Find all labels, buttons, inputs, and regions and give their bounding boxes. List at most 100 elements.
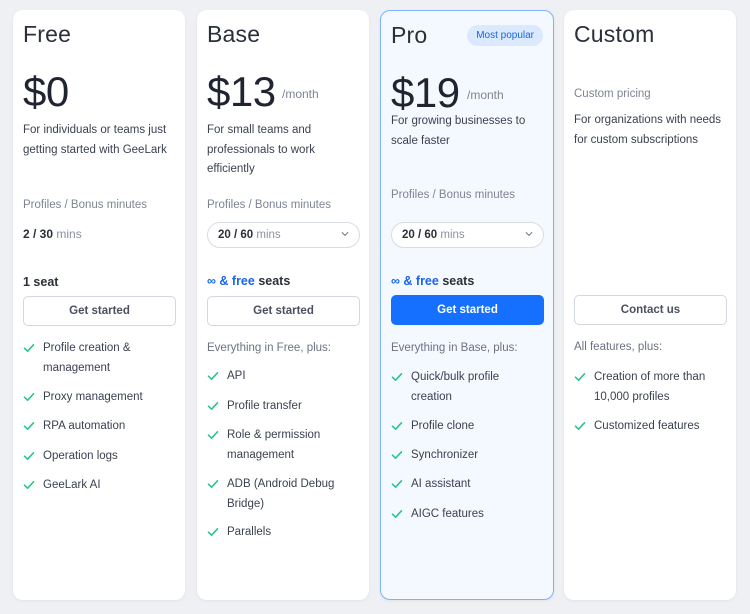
- plan-description: For growing businesses to scale faster: [391, 115, 526, 147]
- check-icon: [207, 528, 219, 536]
- feature-item: Quick/bulk profile creation: [391, 368, 543, 407]
- feature-item: RPA automation: [23, 417, 175, 437]
- check-icon: [207, 480, 219, 488]
- feature-item: Synchronizer: [391, 446, 543, 466]
- feature-item: Role & permission management: [207, 426, 359, 465]
- plan-card-free: Free $0 For individuals or teams just ge…: [13, 10, 185, 600]
- plan-price: $13: [207, 68, 276, 115]
- seats-word: seats: [442, 274, 475, 288]
- profiles-label: Profiles / Bonus minutes: [391, 189, 516, 201]
- feature-label: GeeLark AI: [43, 479, 101, 491]
- contact-us-button[interactable]: Contact us: [574, 295, 727, 325]
- plan-price: $19: [391, 69, 460, 116]
- profiles-unit: mins: [256, 229, 281, 241]
- seats-word: seats: [258, 274, 291, 288]
- feature-item: Creation of more than 10,000 profiles: [574, 368, 726, 407]
- feature-label: Profile transfer: [227, 400, 302, 412]
- feature-label: AI assistant: [411, 478, 471, 490]
- feature-label: RPA automation: [43, 420, 126, 432]
- plan-name: Custom: [574, 21, 655, 47]
- profiles-count: 2 / 30: [23, 227, 54, 241]
- plus-text: Everything in Base, plus:: [391, 342, 518, 354]
- feature-label: AIGC features: [411, 508, 484, 520]
- plan-description: For individuals or teams just getting st…: [23, 124, 167, 156]
- plan-name: Pro: [391, 22, 428, 48]
- feature-label: Synchronizer: [411, 449, 479, 461]
- feature-label: Operation logs: [43, 450, 118, 462]
- chevron-down-icon: [341, 232, 349, 236]
- feature-label: Creation of more than 10,000 profiles: [594, 371, 706, 403]
- feature-item: ADB (Android Debug Bridge): [207, 475, 359, 514]
- feature-item: Proxy management: [23, 388, 175, 408]
- plan-card-base: Base $13 /month For small teams and prof…: [197, 10, 369, 600]
- feature-item: Customized features: [574, 417, 726, 437]
- feature-item: Parallels: [207, 523, 359, 543]
- check-icon: [23, 452, 35, 460]
- plan-price: $0: [23, 68, 69, 115]
- check-icon: [23, 393, 35, 401]
- plan-period: /month: [467, 88, 504, 102]
- feature-label: Parallels: [227, 526, 272, 538]
- profiles-unit: mins: [56, 227, 82, 241]
- feature-label: Proxy management: [43, 391, 143, 403]
- profiles-select[interactable]: 20 / 60 mins: [391, 222, 544, 248]
- check-icon: [207, 372, 219, 380]
- get-started-button[interactable]: Get started: [23, 296, 176, 326]
- plan-description: For organizations with needs for custom …: [574, 114, 722, 146]
- check-icon: [23, 481, 35, 489]
- plan-period: /month: [282, 87, 319, 101]
- profiles-label: Profiles / Bonus minutes: [23, 199, 148, 211]
- profiles-label: Profiles / Bonus minutes: [207, 199, 332, 211]
- plan-card-pro: Pro Most popular $19 /month For growing …: [380, 10, 554, 600]
- plus-text: All features, plus:: [574, 341, 663, 353]
- feature-item: Operation logs: [23, 447, 175, 467]
- profiles-select[interactable]: 20 / 60 mins: [207, 222, 360, 248]
- check-icon: [23, 344, 35, 352]
- feature-item: AIGC features: [391, 505, 543, 525]
- seats-text: ∞ & free seats: [207, 274, 290, 288]
- feature-label: API: [227, 370, 246, 382]
- check-icon: [391, 510, 403, 518]
- check-icon: [391, 373, 403, 381]
- feature-item: Profile clone: [391, 417, 543, 437]
- check-icon: [391, 422, 403, 430]
- plan-card-custom: Custom Custom pricing For organizations …: [564, 10, 736, 600]
- feature-item: GeeLark AI: [23, 476, 175, 496]
- profiles-unit: mins: [440, 229, 465, 241]
- feature-label: Quick/bulk profile creation: [411, 371, 500, 403]
- plan-name: Base: [207, 21, 261, 47]
- infinity-icon: ∞: [391, 274, 400, 288]
- feature-label: Profile clone: [411, 420, 475, 432]
- profiles-count: 20 / 60: [218, 229, 254, 241]
- profiles-count: 20 / 60: [402, 229, 438, 241]
- check-icon: [391, 451, 403, 459]
- profiles-value: 2 / 30 mins: [23, 227, 82, 241]
- seats-free: & free: [403, 274, 439, 288]
- feature-item: AI assistant: [391, 475, 543, 495]
- check-icon: [23, 422, 35, 430]
- check-icon: [207, 402, 219, 410]
- get-started-button[interactable]: Get started: [391, 295, 544, 325]
- plan-name: Free: [23, 21, 72, 47]
- plus-text: Everything in Free, plus:: [207, 342, 332, 354]
- infinity-icon: ∞: [207, 274, 216, 288]
- feature-item: API: [207, 367, 359, 387]
- chevron-down-icon: [525, 232, 533, 236]
- seats-free: & free: [219, 274, 255, 288]
- seats-text: ∞ & free seats: [391, 274, 474, 288]
- feature-label: Role & permission management: [227, 429, 321, 461]
- seats-text: 1 seat: [23, 275, 59, 289]
- custom-pricing-label: Custom pricing: [574, 88, 651, 100]
- check-icon: [207, 431, 219, 439]
- most-popular-badge: Most popular: [467, 25, 543, 46]
- check-icon: [574, 373, 586, 381]
- plan-description: For small teams and professionals to wor…: [207, 124, 316, 175]
- check-icon: [391, 480, 403, 488]
- get-started-button[interactable]: Get started: [207, 296, 360, 326]
- feature-item: Profile transfer: [207, 397, 359, 417]
- feature-label: Profile creation & management: [43, 342, 131, 374]
- feature-item: Profile creation & management: [23, 339, 175, 378]
- feature-label: Customized features: [594, 420, 700, 432]
- check-icon: [574, 422, 586, 430]
- feature-label: ADB (Android Debug Bridge): [227, 478, 335, 510]
